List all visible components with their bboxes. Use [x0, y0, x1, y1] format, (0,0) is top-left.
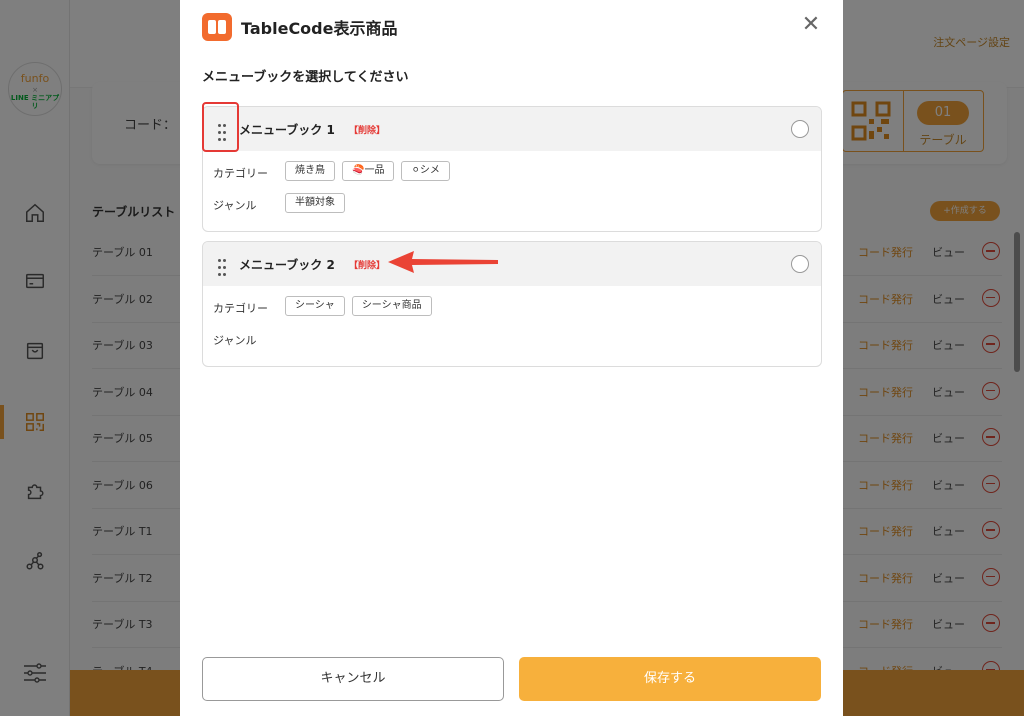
menu-book-card: メニューブック 1 【削除】 カテゴリー 焼き鳥 🍣一品 ⚪シメ ジャンル 半額…: [202, 106, 822, 232]
menu-book-body: カテゴリー シーシャ シーシャ商品 ジャンル: [203, 286, 821, 366]
category-chip: ⚪シメ: [401, 161, 450, 181]
category-row: カテゴリー 焼き鳥 🍣一品 ⚪シメ: [203, 161, 821, 193]
save-button[interactable]: 保存する: [519, 657, 821, 701]
category-chip: シーシャ商品: [351, 296, 432, 316]
category-chip: 🍣一品: [342, 161, 395, 181]
menu-book-radio[interactable]: [791, 255, 809, 273]
table-code-modal: TableCode表示商品 ✕ メニューブックを選択してください メニューブック…: [180, 0, 843, 716]
category-label: カテゴリー: [213, 302, 268, 315]
menu-book-header: メニューブック 2 【削除】: [203, 242, 821, 286]
genre-label: ジャンル: [213, 199, 257, 212]
modal-title: TableCode表示商品: [241, 19, 398, 38]
menu-book-name: メニューブック 2: [239, 258, 335, 272]
menu-book-delete-link[interactable]: 【削除】: [349, 258, 385, 271]
menu-book-header: メニューブック 1 【削除】: [203, 107, 821, 151]
table-code-app-icon: [202, 13, 232, 41]
cancel-button[interactable]: キャンセル: [202, 657, 504, 701]
menu-book-name: メニューブック 1: [239, 123, 335, 137]
genre-row: ジャンル 半額対象: [203, 193, 821, 225]
category-chip: 焼き鳥: [285, 161, 335, 181]
category-chip: シーシャ: [285, 296, 345, 316]
drag-handle-icon[interactable]: [217, 256, 229, 277]
genre-row: ジャンル: [203, 328, 821, 360]
close-icon[interactable]: ✕: [801, 14, 821, 36]
modal-subtitle: メニューブックを選択してください: [202, 70, 409, 85]
menu-book-radio[interactable]: [791, 120, 809, 138]
annotation-arrow-icon: [388, 251, 498, 273]
category-row: カテゴリー シーシャ シーシャ商品: [203, 296, 821, 328]
menu-book-delete-link[interactable]: 【削除】: [349, 123, 385, 136]
menu-book-body: カテゴリー 焼き鳥 🍣一品 ⚪シメ ジャンル 半額対象: [203, 151, 821, 231]
genre-chip: 半額対象: [285, 193, 345, 213]
modal-header: TableCode表示商品: [202, 12, 397, 42]
menu-book-card: メニューブック 2 【削除】 カテゴリー シーシャ シーシャ商品 ジャンル: [202, 241, 822, 367]
genre-label: ジャンル: [213, 334, 257, 347]
drag-handle-highlight: [202, 102, 239, 152]
category-label: カテゴリー: [213, 167, 268, 180]
